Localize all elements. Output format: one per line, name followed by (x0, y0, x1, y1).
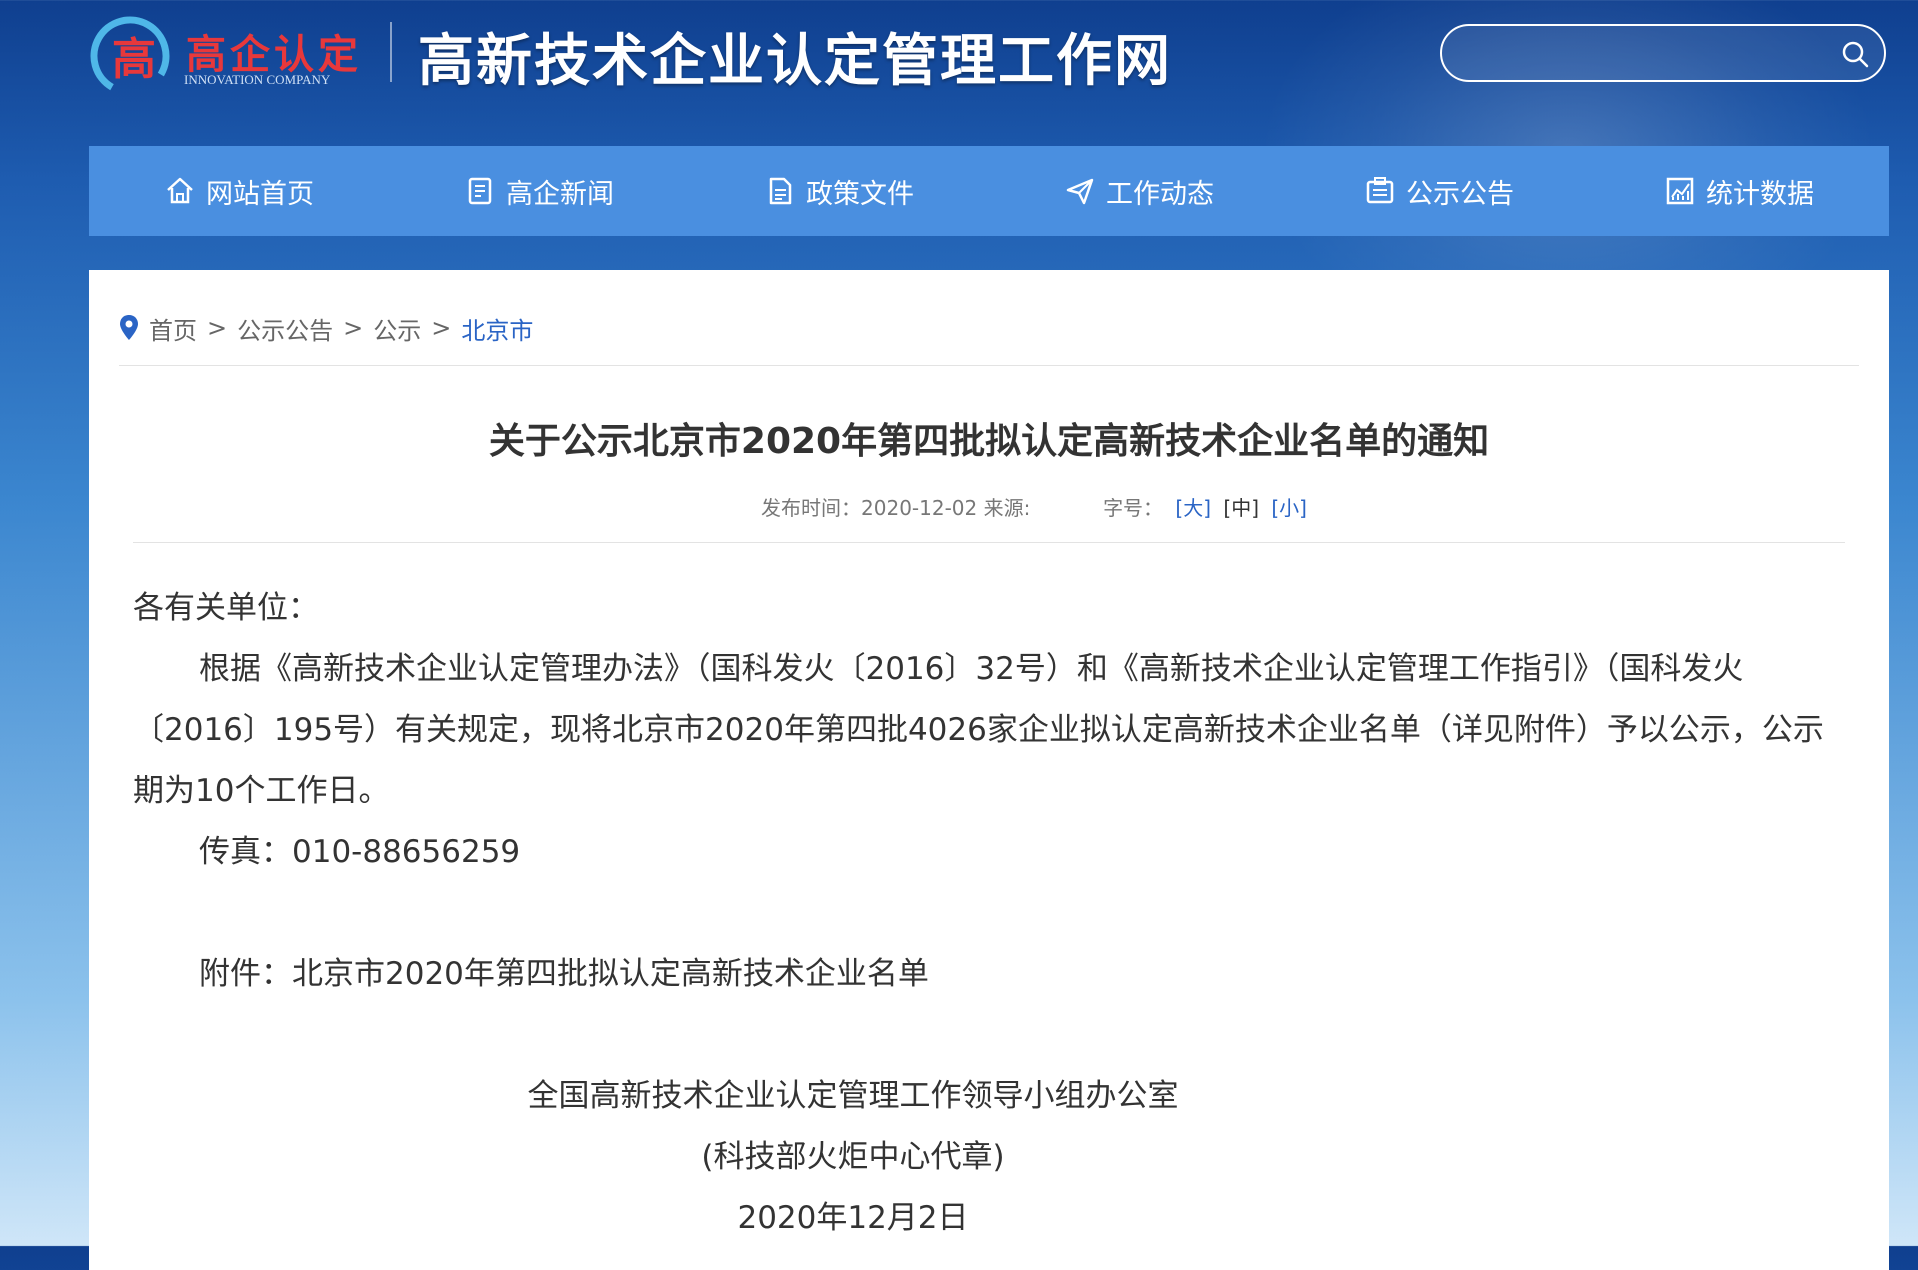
location-pin-icon (120, 315, 138, 340)
site-header: 高 高企认定 INNOVATION COMPANY 高新技术企业认定管理工作网 (0, 0, 1918, 140)
logo-emblem-icon: 高 (90, 16, 170, 96)
signature-date: 2020年12月2日 (737, 1200, 969, 1236)
nav-item-home[interactable]: 网站首页 (89, 146, 389, 236)
nav-label: 网站首页 (206, 178, 314, 210)
font-size-large-link[interactable]: [大] (1175, 496, 1211, 520)
nav-item-statistics[interactable]: 统计数据 (1589, 146, 1889, 236)
search-icon[interactable] (1840, 39, 1870, 69)
salutation: 各有关单位： (133, 590, 319, 626)
signature-org: 全国高新技术企业认定管理工作领导小组办公室 (527, 1078, 1179, 1114)
article-body: 各有关单位： 根据《高新技术企业认定管理办法》（国科发火〔2016〕32号）和《… (133, 578, 1843, 1249)
nav-label: 政策文件 (806, 178, 914, 210)
nav-item-policy[interactable]: 政策文件 (689, 146, 989, 236)
search-box (1440, 24, 1886, 82)
nav-label: 统计数据 (1706, 178, 1814, 210)
signature-note: (科技部火炬中心代章) (701, 1139, 1005, 1175)
nav-label: 高企新闻 (506, 178, 614, 210)
logo-subtext: INNOVATION COMPANY (184, 72, 331, 87)
breadcrumb-home[interactable]: 首页 (149, 311, 197, 346)
article-title: 关于公示北京市2020年第四批拟认定高新技术企业名单的通知 (488, 421, 1490, 462)
breadcrumb-notices[interactable]: 公示公告 (237, 311, 333, 346)
document-icon (769, 177, 792, 205)
body-paragraph: 根据《高新技术企业认定管理办法》（国科发火〔2016〕32号）和《高新技术企业认… (133, 651, 1824, 809)
breadcrumb-separator: > (207, 314, 228, 342)
fax-line: 传真：010-88656259 (199, 834, 521, 870)
nav-item-work-news[interactable]: 工作动态 (989, 146, 1289, 236)
logo-divider (390, 22, 392, 82)
divider (119, 365, 1859, 366)
breadcrumb-current[interactable]: 北京市 (461, 311, 533, 346)
nav-label: 公示公告 (1406, 178, 1514, 210)
breadcrumb-separator: > (431, 314, 452, 342)
nav-label: 工作动态 (1106, 178, 1214, 210)
publish-info: 发布时间：2020-12-02 来源: (761, 496, 1031, 520)
paper-plane-icon (1066, 178, 1094, 205)
search-input[interactable] (1466, 36, 1820, 72)
main-nav: 网站首页 高企新闻 政策文件 工作动态 公示公告 统计数据 (89, 146, 1889, 236)
font-size-small-link[interactable]: [小] (1271, 496, 1307, 520)
font-size-label: 字号： (1103, 496, 1164, 520)
site-title: 高新技术企业认定管理工作网 (418, 28, 1172, 94)
notice-icon (1366, 177, 1394, 204)
breadcrumb-publicity[interactable]: 公示 (373, 311, 421, 346)
attachment-link[interactable]: 附件：北京市2020年第四批拟认定高新技术企业名单 (133, 944, 1843, 1005)
nav-item-notice[interactable]: 公示公告 (1289, 146, 1589, 236)
nav-item-news[interactable]: 高企新闻 (389, 146, 689, 236)
svg-text:高: 高 (112, 35, 156, 84)
font-size-medium-link[interactable]: [中] (1223, 496, 1259, 520)
breadcrumb: 首页 > 公示公告 > 公示 > 北京市 (119, 310, 533, 346)
divider (133, 542, 1845, 543)
news-icon (468, 177, 492, 205)
breadcrumb-separator: > (343, 314, 364, 342)
content-panel: 首页 > 公示公告 > 公示 > 北京市 关于公示北京市2020年第四批拟认定高… (89, 270, 1889, 1270)
home-icon (167, 177, 193, 204)
article-meta: 发布时间：2020-12-02 来源: 字号： [大] [中] [小] (89, 492, 1918, 521)
chart-icon (1666, 177, 1694, 205)
site-logo[interactable]: 高 高企认定 INNOVATION COMPANY (88, 8, 368, 98)
